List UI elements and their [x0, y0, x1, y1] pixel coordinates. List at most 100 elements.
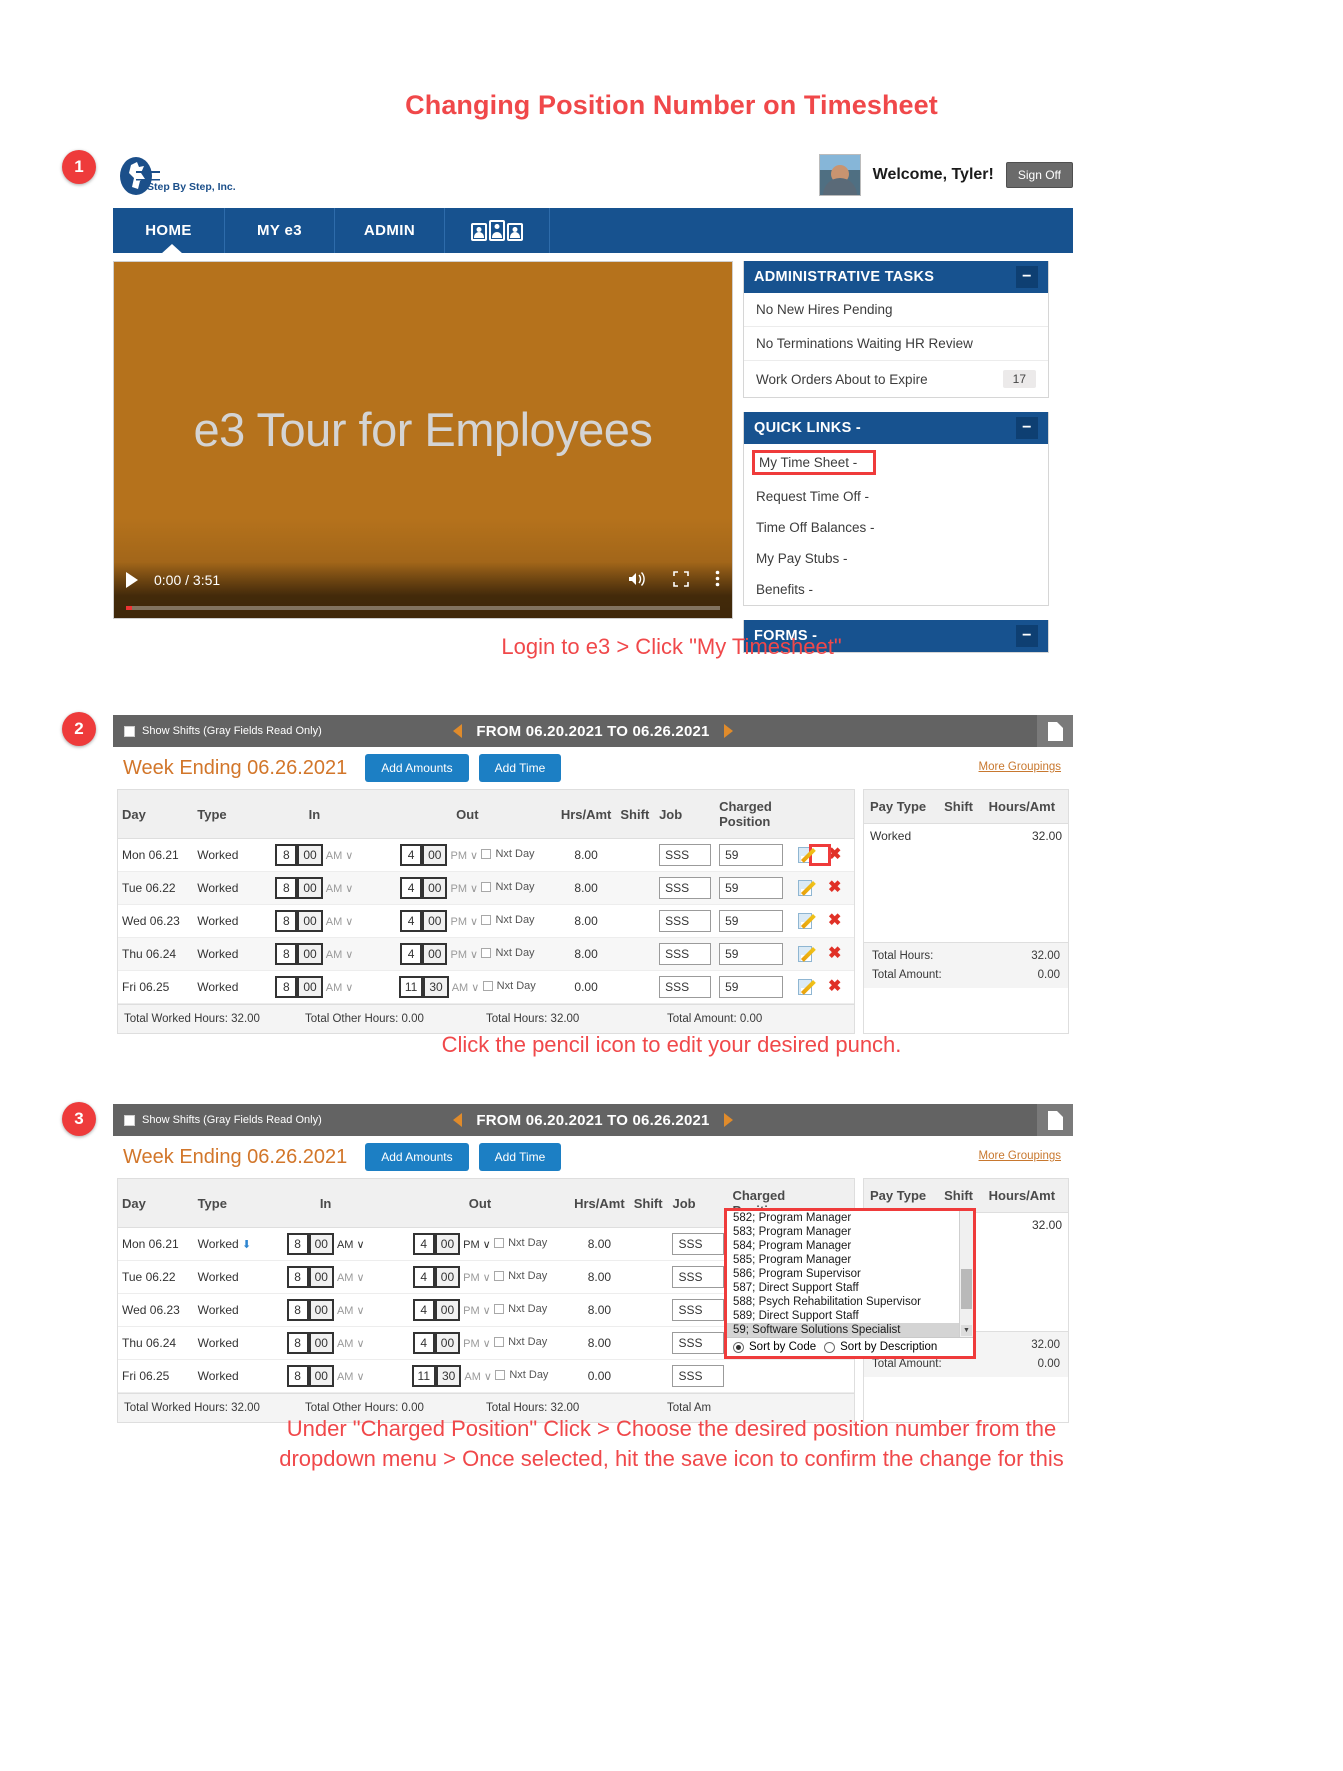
- ampm-select[interactable]: AM ∨: [334, 1304, 365, 1317]
- document-icon[interactable]: [1037, 715, 1073, 747]
- next-day-checkbox[interactable]: [481, 948, 492, 958]
- cell-out[interactable]: 11 30 AM ∨ Nxt Day: [378, 970, 556, 1004]
- ampm-select[interactable]: AM ∨: [323, 948, 354, 961]
- next-day-checkbox[interactable]: [494, 1271, 505, 1281]
- document-icon[interactable]: [1037, 1104, 1073, 1136]
- company-logo[interactable]: Step By Step, Inc.: [119, 156, 236, 196]
- collapse-icon[interactable]: −: [1016, 417, 1038, 439]
- job-input[interactable]: SSS: [659, 976, 712, 998]
- cell-actions[interactable]: [807, 1359, 854, 1393]
- ampm-select[interactable]: PM ∨: [460, 1238, 491, 1251]
- pencil-icon[interactable]: [809, 844, 832, 866]
- minute-input[interactable]: 30: [423, 976, 449, 998]
- sort-by-code-radio[interactable]: [733, 1341, 744, 1353]
- dropdown-option[interactable]: 584; Program Manager: [727, 1239, 973, 1253]
- chevron-down-icon[interactable]: ▼: [961, 1325, 972, 1336]
- delete-icon[interactable]: ✖: [828, 946, 841, 962]
- cell-charged-position[interactable]: [728, 1359, 808, 1393]
- charged-position-dropdown[interactable]: 582; Program Manager 583; Program Manager…: [724, 1208, 976, 1359]
- table-row[interactable]: Fri 06.25 Worked 8 00 AM ∨ 11 30 AM ∨ Nxt Day 0.…: [118, 970, 854, 1004]
- next-day-toggle[interactable]: Nxt Day: [494, 1336, 547, 1348]
- hour-input[interactable]: 4: [412, 1332, 435, 1354]
- cell-actions[interactable]: ✖: [794, 904, 854, 938]
- next-arrow-icon[interactable]: [723, 724, 733, 738]
- quick-link-request-time-off[interactable]: Request Time Off -: [744, 481, 1048, 512]
- cell-job[interactable]: SSS: [668, 1326, 729, 1360]
- dropdown-option[interactable]: 582; Program Manager: [727, 1211, 973, 1225]
- minute-input[interactable]: 00: [297, 844, 323, 866]
- cell-charged-position[interactable]: 59: [715, 937, 795, 971]
- show-shifts-toggle[interactable]: Show Shifts (Gray Fields Read Only): [124, 1114, 322, 1126]
- nav-item-people[interactable]: [445, 208, 550, 253]
- minute-input[interactable]: 00: [434, 1266, 461, 1288]
- cell-out[interactable]: 4 00 PM ∨ Nxt Day: [378, 937, 556, 971]
- charged-position-option-list[interactable]: 582; Program Manager 583; Program Manager…: [727, 1211, 973, 1337]
- cell-job[interactable]: SSS: [668, 1359, 729, 1393]
- minute-input[interactable]: 00: [308, 1365, 334, 1387]
- dropdown-scrollbar[interactable]: ▼: [959, 1211, 973, 1337]
- more-vertical-icon[interactable]: [715, 570, 720, 590]
- next-day-checkbox[interactable]: [482, 981, 493, 991]
- ampm-select[interactable]: PM ∨: [447, 948, 478, 961]
- minute-input[interactable]: 30: [436, 1365, 462, 1387]
- minute-input[interactable]: 00: [308, 1332, 334, 1354]
- cell-actions[interactable]: ✖: [794, 937, 854, 971]
- cell-out[interactable]: 4 00 PM ∨ Nxt Day: [390, 1260, 570, 1294]
- cell-out[interactable]: 4 00 PM ∨ Nxt Day: [390, 1293, 570, 1327]
- cell-out[interactable]: 11 30 AM ∨ Nxt Day: [390, 1359, 570, 1393]
- minute-input[interactable]: 00: [297, 877, 323, 899]
- hour-input[interactable]: 8: [286, 1266, 309, 1288]
- hour-input[interactable]: 11: [398, 976, 424, 998]
- pencil-icon[interactable]: [812, 946, 828, 962]
- dropdown-option[interactable]: 59; Software Solutions Specialist: [727, 1323, 973, 1337]
- video-progress-bar[interactable]: [126, 606, 720, 610]
- more-groupings-link[interactable]: More Groupings: [979, 761, 1061, 773]
- ampm-select[interactable]: AM ∨: [323, 849, 354, 862]
- hour-input[interactable]: 8: [286, 1332, 309, 1354]
- dropdown-option[interactable]: 587; Direct Support Staff: [727, 1281, 973, 1295]
- job-input[interactable]: SSS: [672, 1332, 725, 1354]
- add-time-button[interactable]: Add Time: [478, 1143, 562, 1171]
- hour-input[interactable]: 8: [275, 976, 298, 998]
- sort-by-description-radio[interactable]: [824, 1341, 836, 1353]
- cell-in[interactable]: 8 00 AM ∨: [249, 937, 379, 971]
- hour-input[interactable]: 8: [275, 877, 298, 899]
- table-row[interactable]: Mon 06.21 Worked 8 00 AM ∨ 4 00 PM ∨ Nxt Day 8.0…: [118, 838, 854, 872]
- hour-input[interactable]: 8: [275, 943, 298, 965]
- dropdown-option[interactable]: 585; Program Manager: [727, 1253, 973, 1267]
- cell-in[interactable]: 8 00 AM ∨: [249, 871, 379, 905]
- cell-in[interactable]: 8 00 AM ∨: [249, 970, 379, 1004]
- cell-in[interactable]: 8 00 AM ∨: [249, 838, 379, 872]
- minute-input[interactable]: 00: [434, 1299, 461, 1321]
- minute-input[interactable]: 00: [308, 1299, 334, 1321]
- admin-task-row[interactable]: No New Hires Pending: [744, 293, 1048, 327]
- table-row[interactable]: Wed 06.23 Worked 8 00 AM ∨ 4 00 PM ∨ Nxt Day 8.0…: [118, 904, 854, 938]
- ampm-select[interactable]: AM ∨: [323, 981, 354, 994]
- minute-input[interactable]: 00: [434, 1233, 461, 1255]
- next-day-checkbox[interactable]: [495, 1370, 506, 1380]
- cell-job[interactable]: SSS: [655, 904, 716, 938]
- cell-in[interactable]: 8 00 AM ∨: [260, 1260, 391, 1294]
- next-arrow-icon[interactable]: [723, 1113, 733, 1127]
- ampm-select[interactable]: AM ∨: [334, 1271, 365, 1284]
- dropdown-option[interactable]: 583; Program Manager: [727, 1225, 973, 1239]
- minute-input[interactable]: 00: [434, 1332, 461, 1354]
- job-input[interactable]: SSS: [672, 1299, 725, 1321]
- hour-input[interactable]: 4: [400, 877, 423, 899]
- cell-out[interactable]: 4 00 PM ∨ Nxt Day: [390, 1227, 570, 1261]
- cell-job[interactable]: SSS: [668, 1260, 729, 1294]
- hour-input[interactable]: 4: [400, 844, 423, 866]
- sort-by-description-option[interactable]: Sort by Description: [824, 1341, 937, 1353]
- next-day-checkbox[interactable]: [494, 1304, 505, 1314]
- next-day-toggle[interactable]: Nxt Day: [481, 947, 535, 959]
- ampm-select[interactable]: AM ∨: [449, 981, 480, 994]
- play-icon[interactable]: [126, 572, 138, 588]
- delete-icon[interactable]: ✖: [828, 913, 841, 929]
- minute-input[interactable]: 00: [297, 910, 323, 932]
- cell-actions[interactable]: ✖: [794, 838, 854, 872]
- hour-input[interactable]: 8: [286, 1299, 309, 1321]
- cell-job[interactable]: SSS: [655, 937, 716, 971]
- admin-task-row[interactable]: No Terminations Waiting HR Review: [744, 327, 1048, 361]
- charged-position-input[interactable]: 59: [719, 976, 784, 998]
- next-day-checkbox[interactable]: [481, 915, 492, 925]
